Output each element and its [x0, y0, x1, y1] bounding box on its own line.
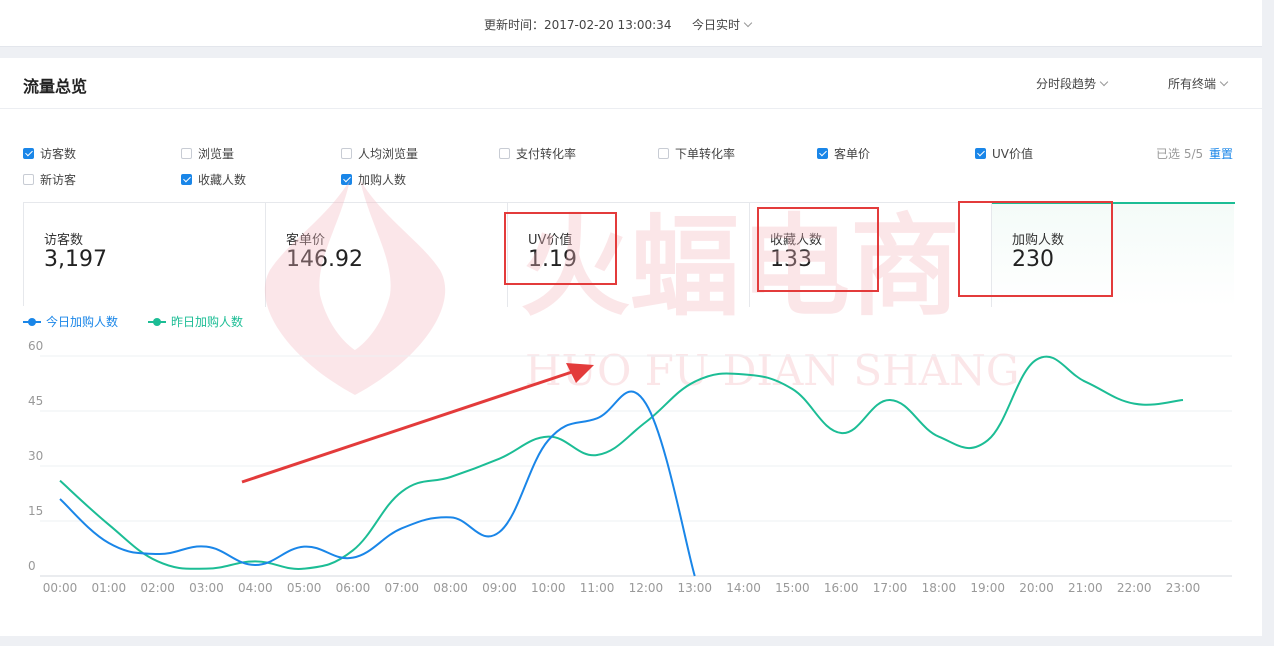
- y-tick-label: 60: [28, 339, 43, 353]
- x-tick-label: 15:00: [775, 581, 810, 595]
- x-tick-label: 22:00: [1117, 581, 1152, 595]
- x-tick-label: 05:00: [287, 581, 322, 595]
- x-tick-label: 16:00: [824, 581, 859, 595]
- x-tick-label: 01:00: [92, 581, 127, 595]
- annotation-arrow: [241, 363, 594, 484]
- x-tick-label: 07:00: [384, 581, 419, 595]
- y-tick-label: 15: [28, 504, 43, 518]
- x-tick-label: 19:00: [970, 581, 1005, 595]
- x-tick-label: 17:00: [873, 581, 908, 595]
- x-tick-label: 00:00: [43, 581, 78, 595]
- x-tick-label: 18:00: [922, 581, 957, 595]
- hourly-line-chart: 0 15 30 45 60 00:00 01:00 02:00 03:00 04:00 05:00…: [28, 339, 1232, 595]
- chart-grid: [40, 355, 1232, 577]
- x-tick-label: 14:00: [726, 581, 761, 595]
- y-axis-ticks: 0 15 30 45 60: [28, 339, 43, 573]
- x-axis-ticks: 00:00 01:00 02:00 03:00 04:00 05:00 06:00 07:00…: [43, 581, 1201, 595]
- x-tick-label: 09:00: [482, 581, 517, 595]
- x-tick-label: 02:00: [140, 581, 175, 595]
- x-tick-label: 03:00: [189, 581, 224, 595]
- x-tick-label: 21:00: [1068, 581, 1103, 595]
- y-tick-label: 0: [28, 559, 36, 573]
- x-tick-label: 13:00: [677, 581, 712, 595]
- x-tick-label: 10:00: [531, 581, 566, 595]
- x-tick-label: 08:00: [433, 581, 468, 595]
- x-tick-label: 06:00: [336, 581, 371, 595]
- x-tick-label: 11:00: [580, 581, 615, 595]
- series-line: [59, 390, 696, 577]
- x-tick-label: 20:00: [1019, 581, 1054, 595]
- x-tick-label: 12:00: [629, 581, 664, 595]
- series-line: [59, 355, 1184, 570]
- x-tick-label: 23:00: [1166, 581, 1201, 595]
- y-tick-label: 30: [28, 449, 43, 463]
- x-tick-label: 04:00: [238, 581, 273, 595]
- y-tick-label: 45: [28, 394, 43, 408]
